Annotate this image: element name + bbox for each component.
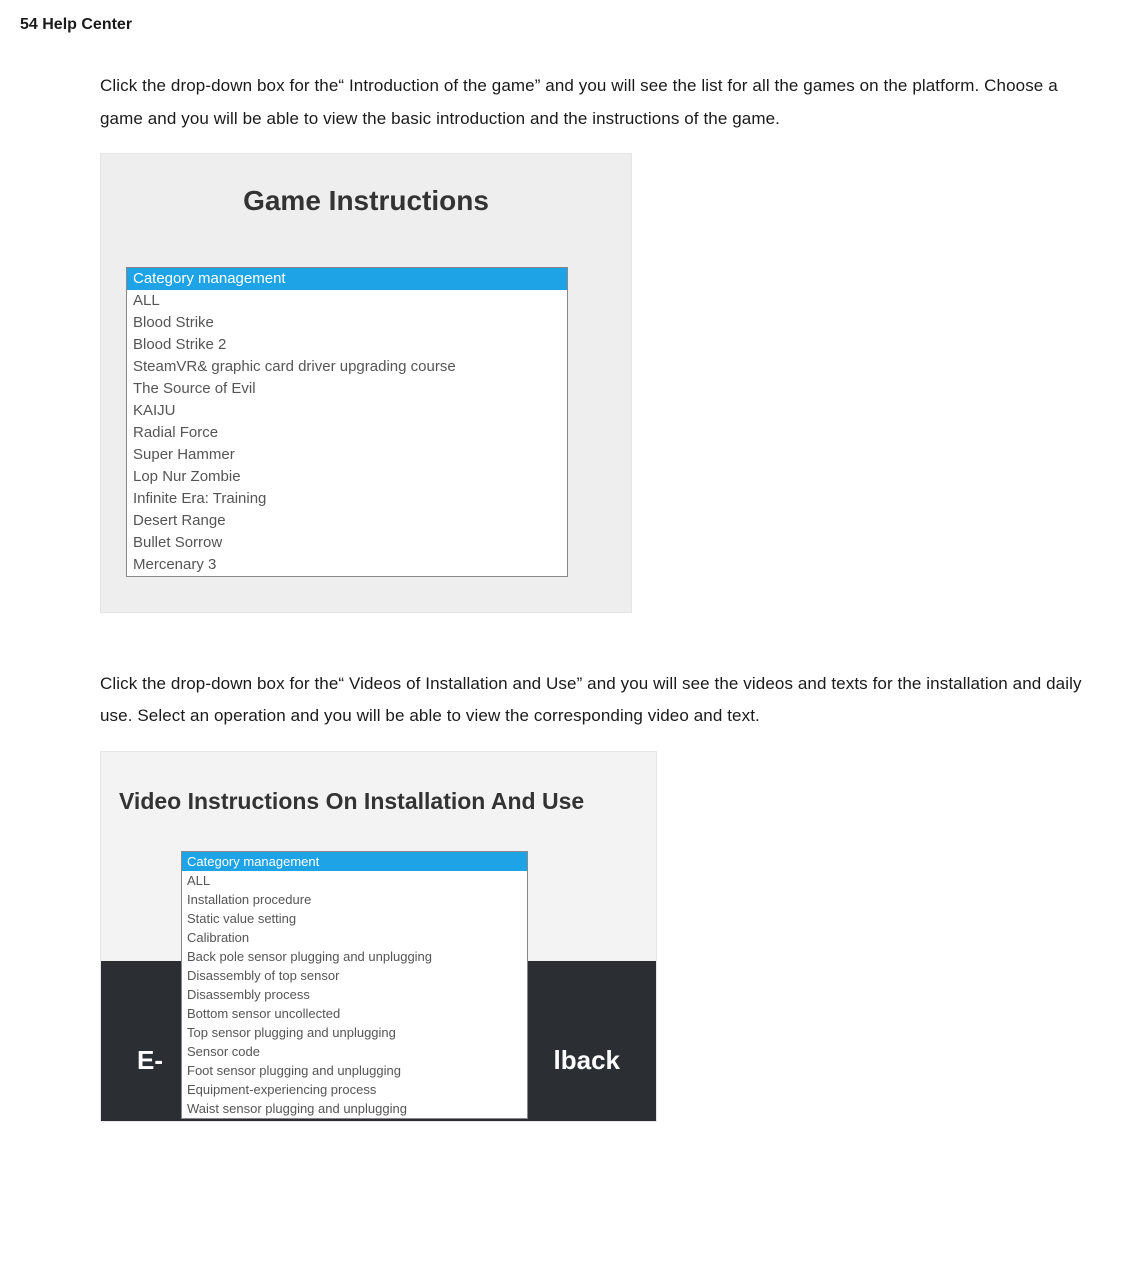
dropdown-item[interactable]: Super Hammer (127, 444, 567, 466)
paragraph-intro-games: Click the drop-down box for the“ Introdu… (100, 70, 1105, 135)
bg-text-left: E- (137, 1036, 163, 1085)
dropdown-item[interactable]: Infinite Era: Training (127, 488, 567, 510)
dropdown-item[interactable]: Bullet Sorrow (127, 532, 567, 554)
dropdown-item[interactable]: The Source of Evil (127, 378, 567, 400)
page-header: 54 Help Center (20, 10, 1125, 40)
dropdown-item[interactable]: Lop Nur Zombie (127, 466, 567, 488)
dropdown-item[interactable]: Bottom sensor uncollected (182, 1004, 527, 1023)
bg-text-right: lback (554, 1036, 621, 1085)
screenshot-game-instructions: Game Instructions Category management AL… (100, 153, 632, 613)
video-dropdown[interactable]: Category management ALL Installation pro… (181, 851, 528, 1119)
dropdown-item[interactable]: Disassembly process (182, 985, 527, 1004)
paragraph-intro-videos: Click the drop-down box for the“ Videos … (100, 668, 1105, 733)
video-instructions-title: Video Instructions On Installation And U… (101, 752, 656, 832)
dropdown-item[interactable]: SteamVR& graphic card driver upgrading c… (127, 356, 567, 378)
video-instructions-body: E- lback Category management ALL Install… (101, 831, 656, 1121)
game-dropdown[interactable]: Category management ALL Blood Strike Blo… (126, 267, 568, 577)
dropdown-item[interactable]: Equipment-experiencing process (182, 1080, 527, 1099)
dropdown-item[interactable]: Static value setting (182, 909, 527, 928)
dropdown-item[interactable]: Mercenary 3 (127, 554, 567, 576)
dropdown-item[interactable]: Top sensor plugging and unplugging (182, 1023, 527, 1042)
dropdown-item-selected[interactable]: Category management (127, 268, 567, 290)
dropdown-item[interactable]: Radial Force (127, 422, 567, 444)
dropdown-item[interactable]: Waist sensor plugging and unplugging (182, 1099, 527, 1118)
game-instructions-title: Game Instructions (101, 174, 631, 227)
dropdown-item[interactable]: Blood Strike 2 (127, 334, 567, 356)
dropdown-item[interactable]: Back pole sensor plugging and unplugging (182, 947, 527, 966)
dropdown-item[interactable]: Sensor code (182, 1042, 527, 1061)
dropdown-item[interactable]: Calibration (182, 928, 527, 947)
dropdown-item[interactable]: ALL (182, 871, 527, 890)
screenshot-video-instructions: Video Instructions On Installation And U… (100, 751, 657, 1123)
content-area: Click the drop-down box for the“ Introdu… (100, 70, 1105, 1122)
dropdown-item[interactable]: Desert Range (127, 510, 567, 532)
dropdown-item[interactable]: KAIJU (127, 400, 567, 422)
dropdown-item[interactable]: Blood Strike (127, 312, 567, 334)
dropdown-item[interactable]: Foot sensor plugging and unplugging (182, 1061, 527, 1080)
dropdown-item[interactable]: ALL (127, 290, 567, 312)
dropdown-item-selected[interactable]: Category management (182, 852, 527, 871)
dropdown-item[interactable]: Disassembly of top sensor (182, 966, 527, 985)
dropdown-item[interactable]: Installation procedure (182, 890, 527, 909)
